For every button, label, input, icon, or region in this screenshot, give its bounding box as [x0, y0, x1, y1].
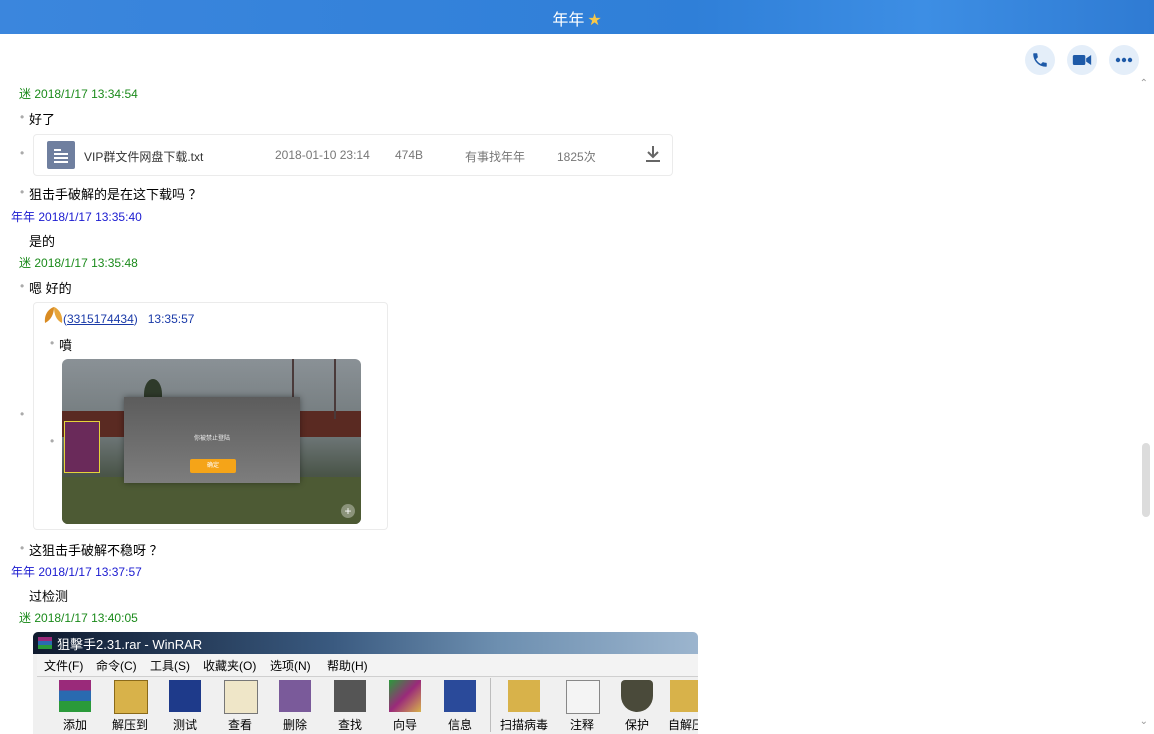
- ground: [62, 477, 361, 524]
- bullet-dot: •: [20, 407, 25, 421]
- winrar-tool-comment[interactable]: 注释: [556, 680, 608, 734]
- contact-name: 年年: [552, 12, 585, 29]
- winrar-tool-virus-scan[interactable]: 扫描病毒: [498, 680, 550, 734]
- side-panel: [64, 421, 100, 473]
- winrar-menu-file[interactable]: 文件(F): [44, 657, 83, 674]
- bullet-dot: •: [50, 336, 55, 350]
- winrar-titlebar: 狙擊手2.31.rar - WinRAR: [33, 632, 698, 654]
- message-header: 迷 2018/1/17 13:34:54: [19, 85, 138, 102]
- toolbar-separator: [490, 678, 491, 732]
- file-uploader: 有事找年年: [465, 150, 526, 164]
- bullet-dot: •: [20, 541, 25, 555]
- winrar-tool-find[interactable]: 查找: [324, 680, 376, 734]
- winrar-menu-help[interactable]: 帮助(H): [327, 657, 368, 674]
- download-icon[interactable]: [645, 145, 661, 163]
- sender-name: 迷: [19, 256, 32, 270]
- message-header: 迷 2018/1/17 13:35:48: [19, 254, 138, 271]
- window-title: 年年 ★: [0, 6, 1154, 30]
- winrar-tool-info[interactable]: 信息: [434, 680, 486, 734]
- extract-icon: [114, 680, 148, 714]
- file-date: 2018-01-10 23:14: [275, 148, 370, 162]
- file-download-count: 1825次: [557, 150, 596, 164]
- message-time: 2018/1/17 13:37:57: [38, 565, 142, 579]
- bullet-dot: •: [20, 146, 25, 160]
- dialog-confirm-button[interactable]: 确定: [190, 459, 236, 473]
- quote-time: 13:35:57: [147, 312, 195, 326]
- title-bar: 年年 ★: [0, 0, 1154, 34]
- info-icon: [444, 680, 476, 712]
- winrar-tool-view[interactable]: 查看: [214, 680, 266, 734]
- protect-shield-icon: [621, 680, 653, 712]
- winrar-menu-favorites[interactable]: 收藏夹(O): [203, 657, 256, 674]
- winrar-tool-add[interactable]: 添加: [49, 680, 101, 734]
- winrar-menu-tools[interactable]: 工具(S): [150, 657, 190, 674]
- find-binoculars-icon: [334, 680, 366, 712]
- sender-name: 迷: [19, 87, 32, 101]
- winrar-tool-extract[interactable]: 解压到: [104, 680, 156, 734]
- winrar-menu-command[interactable]: 命令(C): [96, 657, 137, 674]
- winrar-tool-sfx[interactable]: 自解压: [660, 680, 698, 734]
- message-header: 年年 2018/1/17 13:37:57: [11, 563, 142, 580]
- sender-name: 迷: [19, 611, 32, 625]
- message-header: 年年 2018/1/17 13:35:40: [11, 208, 142, 225]
- message-header: 迷 2018/1/17 13:40:05: [19, 609, 138, 626]
- quote-uid[interactable]: 3315174434: [67, 312, 134, 326]
- chat-history[interactable]: 迷 2018/1/17 13:34:54 • 好了 • VIP群文件网盘下载.t…: [0, 34, 1140, 734]
- scroll-up-arrow-icon[interactable]: ⌃: [1140, 78, 1148, 89]
- message-text: 是的: [29, 234, 56, 249]
- virus-scan-icon: [508, 680, 540, 712]
- dialog-text: 你被禁止登陆: [193, 436, 230, 442]
- zoom-plus-icon[interactable]: +: [341, 504, 355, 518]
- file-size: 474B: [395, 148, 424, 162]
- comment-icon: [566, 680, 600, 714]
- view-icon: [224, 680, 258, 714]
- delete-icon: [279, 680, 311, 712]
- text-file-icon: [47, 141, 75, 169]
- winrar-tool-protect[interactable]: 保护: [611, 680, 663, 734]
- scroll-down-arrow-icon[interactable]: ⌄: [1140, 716, 1148, 727]
- message-text: 好了: [29, 112, 56, 127]
- game-screenshot-image[interactable]: 你被禁止登陆 确定 +: [62, 359, 361, 524]
- winrar-tool-wizard[interactable]: 向导: [379, 680, 431, 734]
- winrar-menu-options[interactable]: 选项(N): [270, 657, 311, 674]
- file-attachment[interactable]: VIP群文件网盘下载.txt 2018-01-10 23:14 474B 有事找…: [33, 134, 673, 176]
- message-time: 2018/1/17 13:35:48: [34, 256, 138, 270]
- bullet-dot: •: [20, 185, 25, 199]
- message-text: 过检测: [29, 589, 69, 604]
- message-text: 这狙击手破解不稳呀 ？: [29, 543, 163, 558]
- message-time: 2018/1/17 13:34:54: [34, 87, 138, 101]
- quote-text: 噴: [59, 338, 73, 353]
- sfx-icon: [670, 680, 698, 712]
- add-archive-icon: [59, 680, 91, 712]
- star-icon: ★: [587, 12, 602, 29]
- avatar-leaf-icon: [44, 307, 63, 323]
- winrar-tool-delete[interactable]: 删除: [269, 680, 321, 734]
- winrar-menubar: 文件(F) 命令(C) 工具(S) 收藏夹(O) 选项(N) 帮助(H): [37, 654, 698, 677]
- winrar-title: 狙擊手2.31.rar - WinRAR: [57, 637, 203, 652]
- winrar-screenshot-image[interactable]: 狙擊手2.31.rar - WinRAR 文件(F) 命令(C) 工具(S) 收…: [33, 632, 698, 734]
- message-text: 狙击手破解的是在这下载吗 ？: [29, 187, 202, 202]
- bullet-dot: •: [20, 110, 25, 124]
- message-text: 嗯 好的: [29, 281, 72, 296]
- message-time: 2018/1/17 13:40:05: [34, 611, 138, 625]
- wizard-icon: [389, 680, 421, 712]
- sender-name: 年年: [11, 210, 36, 224]
- message-time: 2018/1/17 13:35:40: [38, 210, 142, 224]
- scrollbar-thumb[interactable]: [1142, 443, 1150, 517]
- sender-name: 年年: [11, 565, 36, 579]
- game-dialog: 你被禁止登陆 确定: [124, 397, 300, 483]
- winrar-tool-test[interactable]: 测试: [159, 680, 211, 734]
- bullet-dot: •: [20, 279, 25, 293]
- bullet-dot: •: [50, 434, 55, 448]
- test-icon: [169, 680, 201, 712]
- file-name[interactable]: VIP群文件网盘下载.txt: [84, 148, 203, 165]
- winrar-logo-icon: [38, 637, 52, 649]
- quote-header: (3315174434) 13:35:57: [63, 312, 195, 326]
